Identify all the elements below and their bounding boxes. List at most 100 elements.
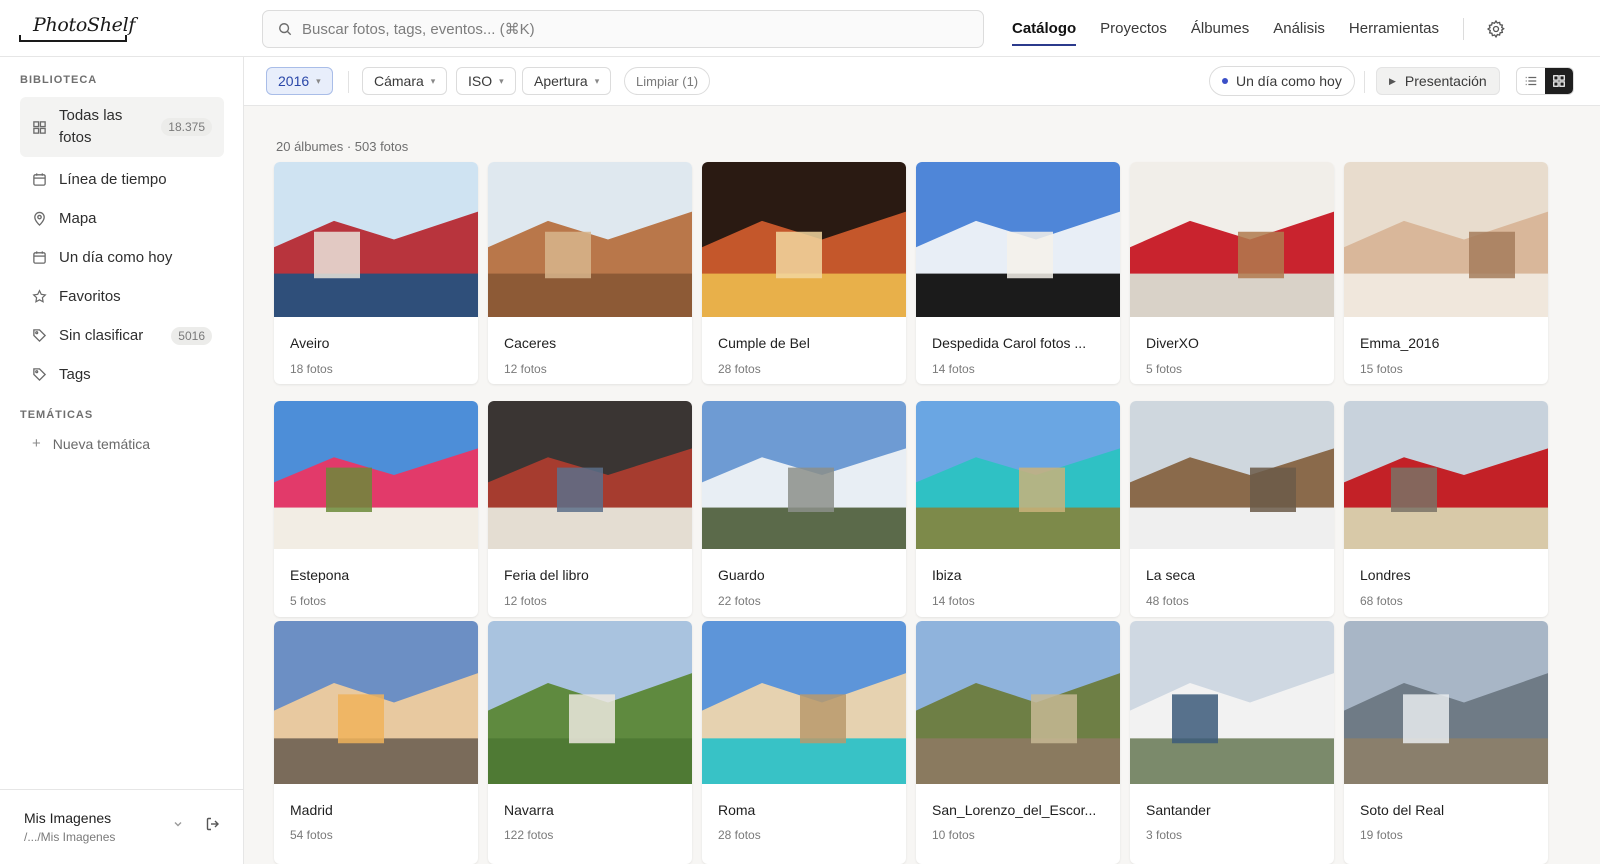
album-card[interactable]: Estepona 5 fotos xyxy=(274,401,478,617)
album-thumbnail xyxy=(702,621,906,784)
nav-proyectos[interactable]: Proyectos xyxy=(1100,0,1167,57)
clear-filters-button[interactable]: Limpiar (1) xyxy=(624,67,711,95)
library-path: /.../Mis Imagenes xyxy=(24,830,116,844)
tag-icon xyxy=(32,367,47,382)
album-photo-count: 122 fotos xyxy=(504,828,554,842)
nav-analisis[interactable]: Análisis xyxy=(1273,0,1325,57)
album-thumbnail xyxy=(1130,401,1334,549)
album-thumbnail xyxy=(916,621,1120,784)
nav-herramientas[interactable]: Herramientas xyxy=(1349,0,1439,57)
album-card[interactable]: Despedida Carol fotos ... 14 fotos xyxy=(916,162,1120,384)
album-thumbnail xyxy=(1344,401,1548,549)
album-card[interactable]: Feria del libro 12 fotos xyxy=(488,401,692,617)
album-thumbnail xyxy=(274,621,478,784)
sidebar-item-on-this-day[interactable]: Un día como hoy xyxy=(20,238,224,277)
sidebar-item-label: Un día como hoy xyxy=(59,248,173,266)
status-dot xyxy=(1222,78,1228,84)
sidebar-item-favorites[interactable]: Favoritos xyxy=(20,277,224,316)
filter-separator xyxy=(1364,71,1365,93)
search-icon xyxy=(278,22,292,36)
nav-catalogo[interactable]: Catálogo xyxy=(1012,0,1077,57)
nav-divider xyxy=(1462,17,1464,40)
view-mode-toggle xyxy=(1516,67,1574,95)
album-card[interactable]: DiverXO 5 fotos xyxy=(1130,162,1334,384)
photo-count-badge: 18.375 xyxy=(161,118,212,136)
on-this-day-label: Un día como hoy xyxy=(1236,73,1342,89)
filter-bar: 2016 ▾ Cámara ▾ ISO ▾ Apertura ▾ Limpiar (1)… xyxy=(244,57,1600,106)
nav-albumes[interactable]: Álbumes xyxy=(1191,0,1249,57)
grid-view-button[interactable] xyxy=(1545,68,1573,94)
chevron-down-icon: ▾ xyxy=(430,75,436,86)
year-filter-label: 2016 xyxy=(278,73,310,89)
album-thumbnail xyxy=(1130,162,1334,317)
tag-icon xyxy=(32,328,47,343)
album-card[interactable]: Caceres 12 fotos xyxy=(488,162,692,384)
album-name: Emma_2016 xyxy=(1360,335,1440,351)
list-icon xyxy=(1525,76,1537,86)
album-card[interactable]: Aveiro 18 fotos xyxy=(274,162,478,384)
camera-filter-label: Cámara xyxy=(374,73,424,89)
app-logo[interactable]: PhotoShelf xyxy=(19,14,135,42)
sidebar-item-all-photos[interactable]: Todas las fotos 18.375 xyxy=(20,97,224,157)
album-card[interactable]: Santander 3 fotos xyxy=(1130,621,1334,864)
new-topic-button[interactable]: + Nueva temática xyxy=(32,435,150,452)
album-card[interactable]: Madrid 54 fotos xyxy=(274,621,478,864)
logout-icon[interactable] xyxy=(205,816,221,832)
album-thumbnail xyxy=(274,401,478,549)
search-input[interactable] xyxy=(302,20,983,38)
album-photo-count: 14 fotos xyxy=(932,362,975,376)
play-icon: ▶ xyxy=(1389,75,1396,86)
album-thumbnail xyxy=(916,401,1120,549)
album-name: Soto del Real xyxy=(1360,802,1445,818)
album-photo-count: 12 fotos xyxy=(504,594,547,608)
sidebar-item-unclassified[interactable]: Sin clasificar 5016 xyxy=(20,316,224,355)
album-name: Madrid xyxy=(290,802,333,818)
album-thumbnail xyxy=(274,162,478,317)
search-box[interactable] xyxy=(262,10,984,48)
album-name: Navarra xyxy=(504,802,554,818)
album-card[interactable]: Londres 68 fotos xyxy=(1344,401,1548,617)
album-thumbnail xyxy=(702,162,906,317)
album-card[interactable]: Emma_2016 15 fotos xyxy=(1344,162,1548,384)
album-card[interactable]: Navarra 122 fotos xyxy=(488,621,692,864)
album-name: Cumple de Bel xyxy=(718,335,810,351)
top-bar: PhotoShelf Catálogo Proyectos Álbumes An… xyxy=(0,0,1600,57)
album-thumbnail xyxy=(488,401,692,549)
album-name: San_Lorenzo_del_Escor... xyxy=(932,802,1097,818)
album-grid-area: 20 álbumes · 503 fotos Aveiro 18 fotos Cac… xyxy=(244,106,1600,864)
year-filter-chip[interactable]: 2016 ▾ xyxy=(266,67,333,95)
album-photo-count: 14 fotos xyxy=(932,594,975,608)
album-name: Ibiza xyxy=(932,567,962,583)
album-card[interactable]: Soto del Real 19 fotos xyxy=(1344,621,1548,864)
album-photo-count: 22 fotos xyxy=(718,594,761,608)
album-name: Caceres xyxy=(504,335,557,351)
calendar-icon xyxy=(32,172,47,187)
album-name: Santander xyxy=(1146,802,1211,818)
album-card[interactable]: Roma 28 fotos xyxy=(702,621,906,864)
album-name: Despedida Carol fotos ... xyxy=(932,335,1087,351)
settings-gear-icon[interactable] xyxy=(1486,19,1506,39)
album-thumbnail xyxy=(1344,162,1548,317)
on-this-day-button[interactable]: Un día como hoy xyxy=(1209,66,1355,96)
album-card[interactable]: Guardo 22 fotos xyxy=(702,401,906,617)
grid-icon xyxy=(1553,75,1565,87)
list-view-button[interactable] xyxy=(1517,68,1545,94)
album-photo-count: 19 fotos xyxy=(1360,828,1403,842)
sidebar-item-timeline[interactable]: Línea de tiempo xyxy=(20,160,224,199)
album-card[interactable]: San_Lorenzo_del_Escor... 10 fotos xyxy=(916,621,1120,864)
album-card[interactable]: Cumple de Bel 28 fotos xyxy=(702,162,906,384)
camera-filter-chip[interactable]: Cámara ▾ xyxy=(362,67,448,95)
library-section-title: BIBLIOTECA xyxy=(20,74,98,86)
main-nav: Catálogo Proyectos Álbumes Análisis Herr… xyxy=(1012,0,1506,57)
chevron-down-icon[interactable] xyxy=(172,818,184,830)
sidebar-item-map[interactable]: Mapa xyxy=(20,199,224,238)
album-card[interactable]: Ibiza 14 fotos xyxy=(916,401,1120,617)
library-switcher[interactable]: Mis Imagenes /.../Mis Imagenes xyxy=(0,789,243,864)
iso-filter-chip[interactable]: ISO ▾ xyxy=(456,67,516,95)
sidebar-item-tags[interactable]: Tags xyxy=(20,355,224,394)
album-card[interactable]: La seca 48 fotos xyxy=(1130,401,1334,617)
presentation-button[interactable]: ▶ Presentación xyxy=(1376,67,1500,95)
album-photo-count: 48 fotos xyxy=(1146,594,1189,608)
aperture-filter-chip[interactable]: Apertura ▾ xyxy=(522,67,612,95)
album-thumbnail xyxy=(488,162,692,317)
